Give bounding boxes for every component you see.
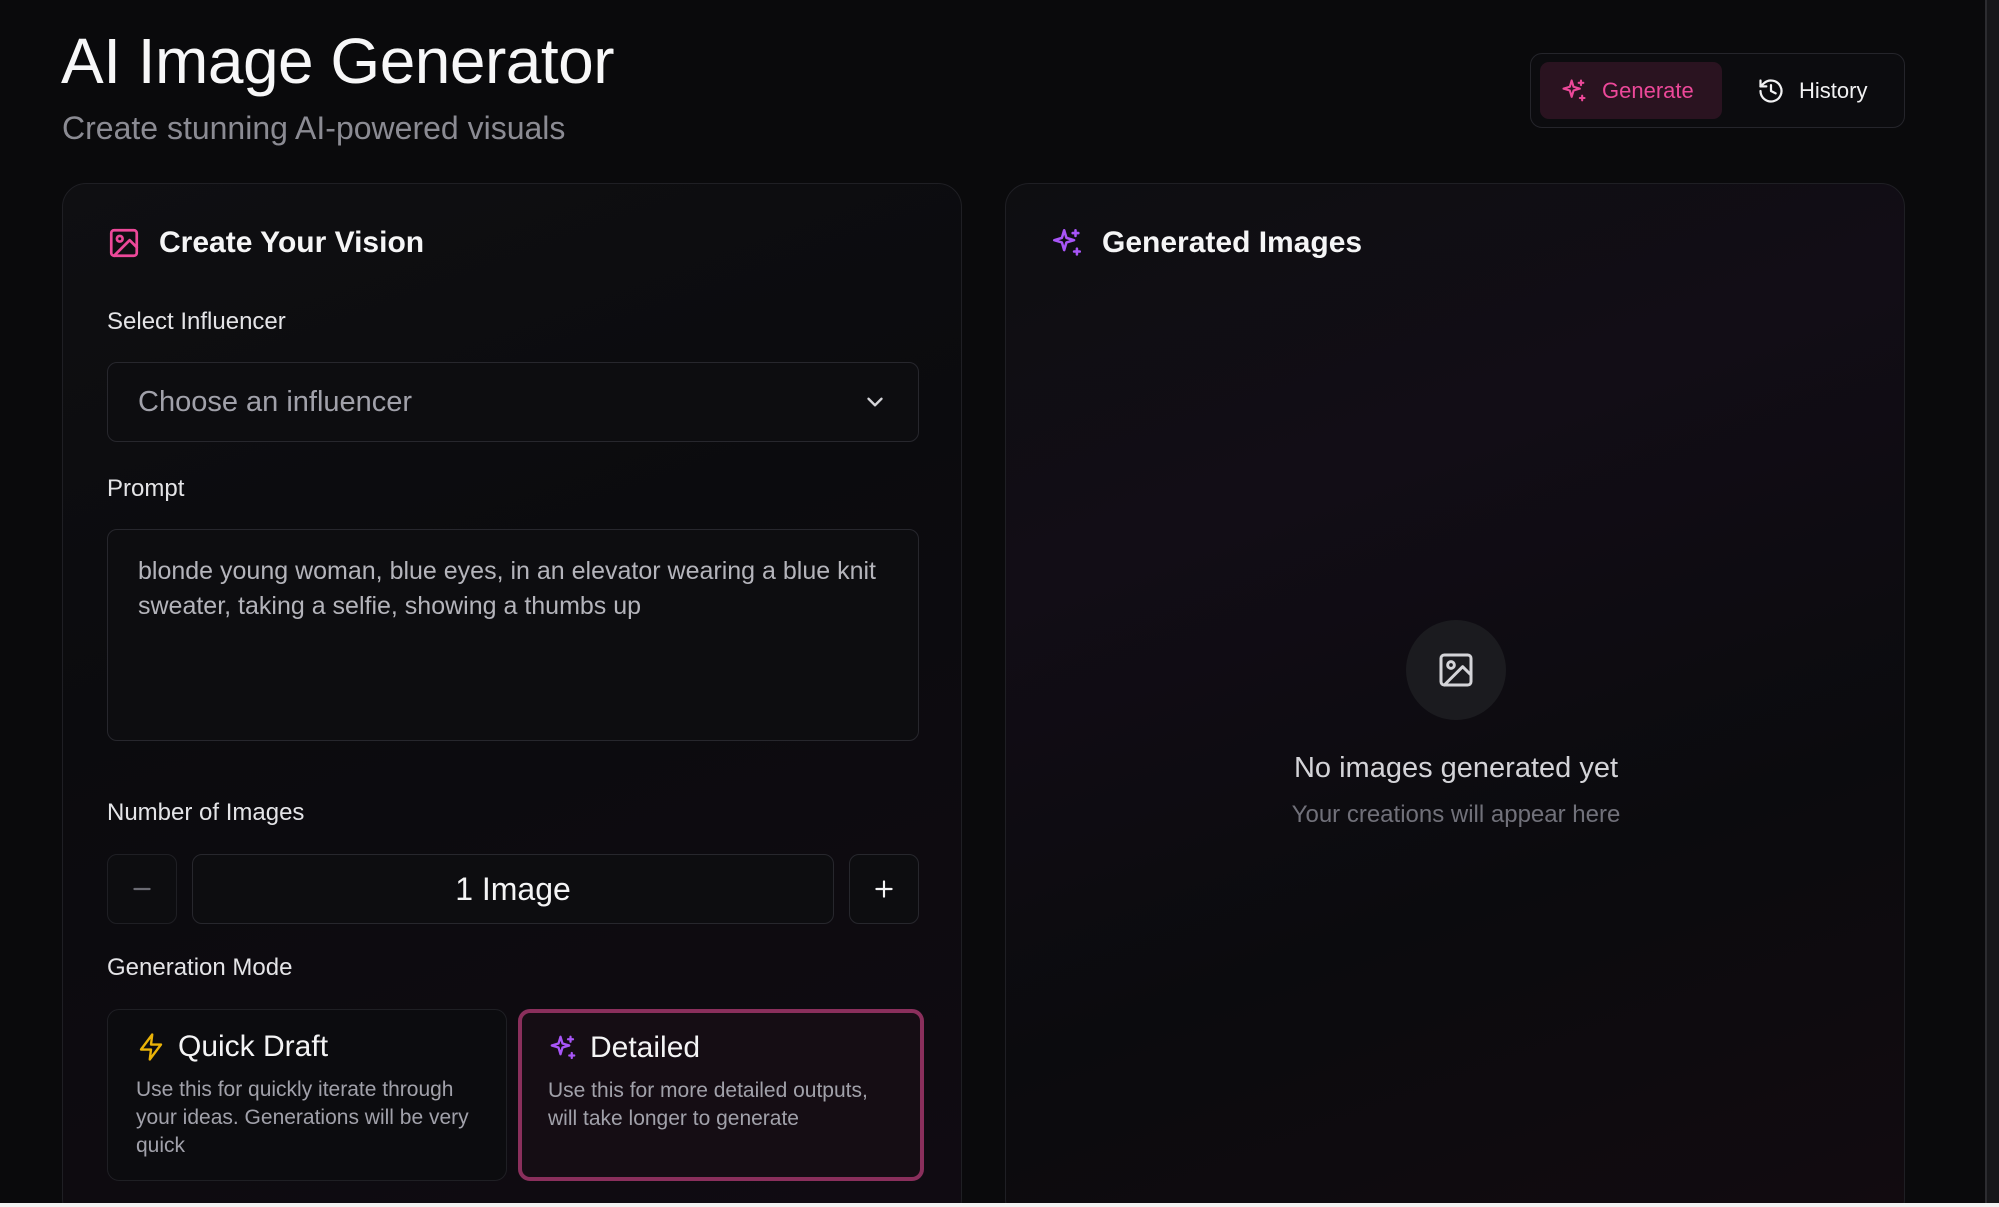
quick-draft-description: Use this for quickly iterate through you… bbox=[136, 1078, 469, 1157]
page-title: AI Image Generator bbox=[61, 25, 615, 97]
results-panel: Generated Images No images generated yet… bbox=[1005, 183, 1905, 1207]
view-toggle: Generate History bbox=[1530, 53, 1905, 128]
chevron-down-icon bbox=[867, 397, 883, 407]
sparkles-icon bbox=[1052, 228, 1082, 256]
decrease-count-button[interactable] bbox=[107, 854, 177, 924]
plus-icon bbox=[875, 880, 893, 898]
detailed-header: Detailed bbox=[548, 1031, 894, 1065]
quick-draft-header: Quick Draft bbox=[136, 1030, 478, 1064]
quick-draft-option[interactable]: Quick Draft Use this for quickly iterate… bbox=[107, 1009, 507, 1181]
app-background: AI Image Generator Create stunning AI-po… bbox=[0, 0, 1999, 1207]
prompt-label: Prompt bbox=[107, 475, 185, 502]
influencer-label: Select Influencer bbox=[107, 308, 286, 335]
detailed-description: Use this for more detailed outputs, will… bbox=[548, 1079, 868, 1130]
history-tab-label: History bbox=[1799, 77, 1868, 103]
history-tab[interactable]: History bbox=[1737, 62, 1887, 119]
detailed-title: Detailed bbox=[590, 1031, 701, 1064]
lightning-icon bbox=[139, 1033, 163, 1061]
influencer-select-value: Choose an influencer bbox=[138, 385, 413, 418]
image-count-label: Number of Images bbox=[107, 799, 305, 826]
empty-state-subtitle: Your creations will appear here bbox=[1291, 801, 1621, 828]
window-edge bbox=[1985, 0, 1999, 1203]
influencer-select[interactable]: Choose an influencer bbox=[107, 362, 919, 442]
generation-mode-label: Generation Mode bbox=[107, 954, 293, 981]
results-panel-header: Generated Images bbox=[1050, 226, 1362, 260]
create-panel-header: Create Your Vision bbox=[107, 226, 424, 260]
sparkles-icon bbox=[550, 1035, 576, 1060]
quick-draft-title: Quick Draft bbox=[178, 1030, 329, 1063]
image-count-value: 1 Image bbox=[192, 854, 834, 924]
image-icon bbox=[1439, 653, 1473, 687]
window-bottom-border bbox=[0, 1203, 1999, 1207]
minus-icon bbox=[133, 887, 151, 891]
image-icon bbox=[109, 228, 139, 258]
increase-count-button[interactable] bbox=[849, 854, 919, 924]
page-subtitle: Create stunning AI-powered visuals bbox=[62, 110, 566, 146]
create-panel: Create Your Vision Select Influencer Cho… bbox=[62, 183, 962, 1207]
empty-state-icon-wrap bbox=[1406, 620, 1506, 720]
sparkles-icon bbox=[1562, 78, 1586, 101]
prompt-input[interactable]: blonde young woman, blue eyes, in an ele… bbox=[107, 529, 919, 741]
results-panel-title: Generated Images bbox=[1102, 226, 1363, 259]
generate-tab[interactable]: Generate bbox=[1540, 62, 1722, 119]
empty-state-title: No images generated yet bbox=[1293, 752, 1619, 784]
create-panel-title: Create Your Vision bbox=[159, 226, 425, 259]
generate-tab-label: Generate bbox=[1602, 77, 1694, 103]
history-icon bbox=[1759, 78, 1783, 103]
detailed-option[interactable]: Detailed Use this for more detailed outp… bbox=[518, 1009, 924, 1181]
